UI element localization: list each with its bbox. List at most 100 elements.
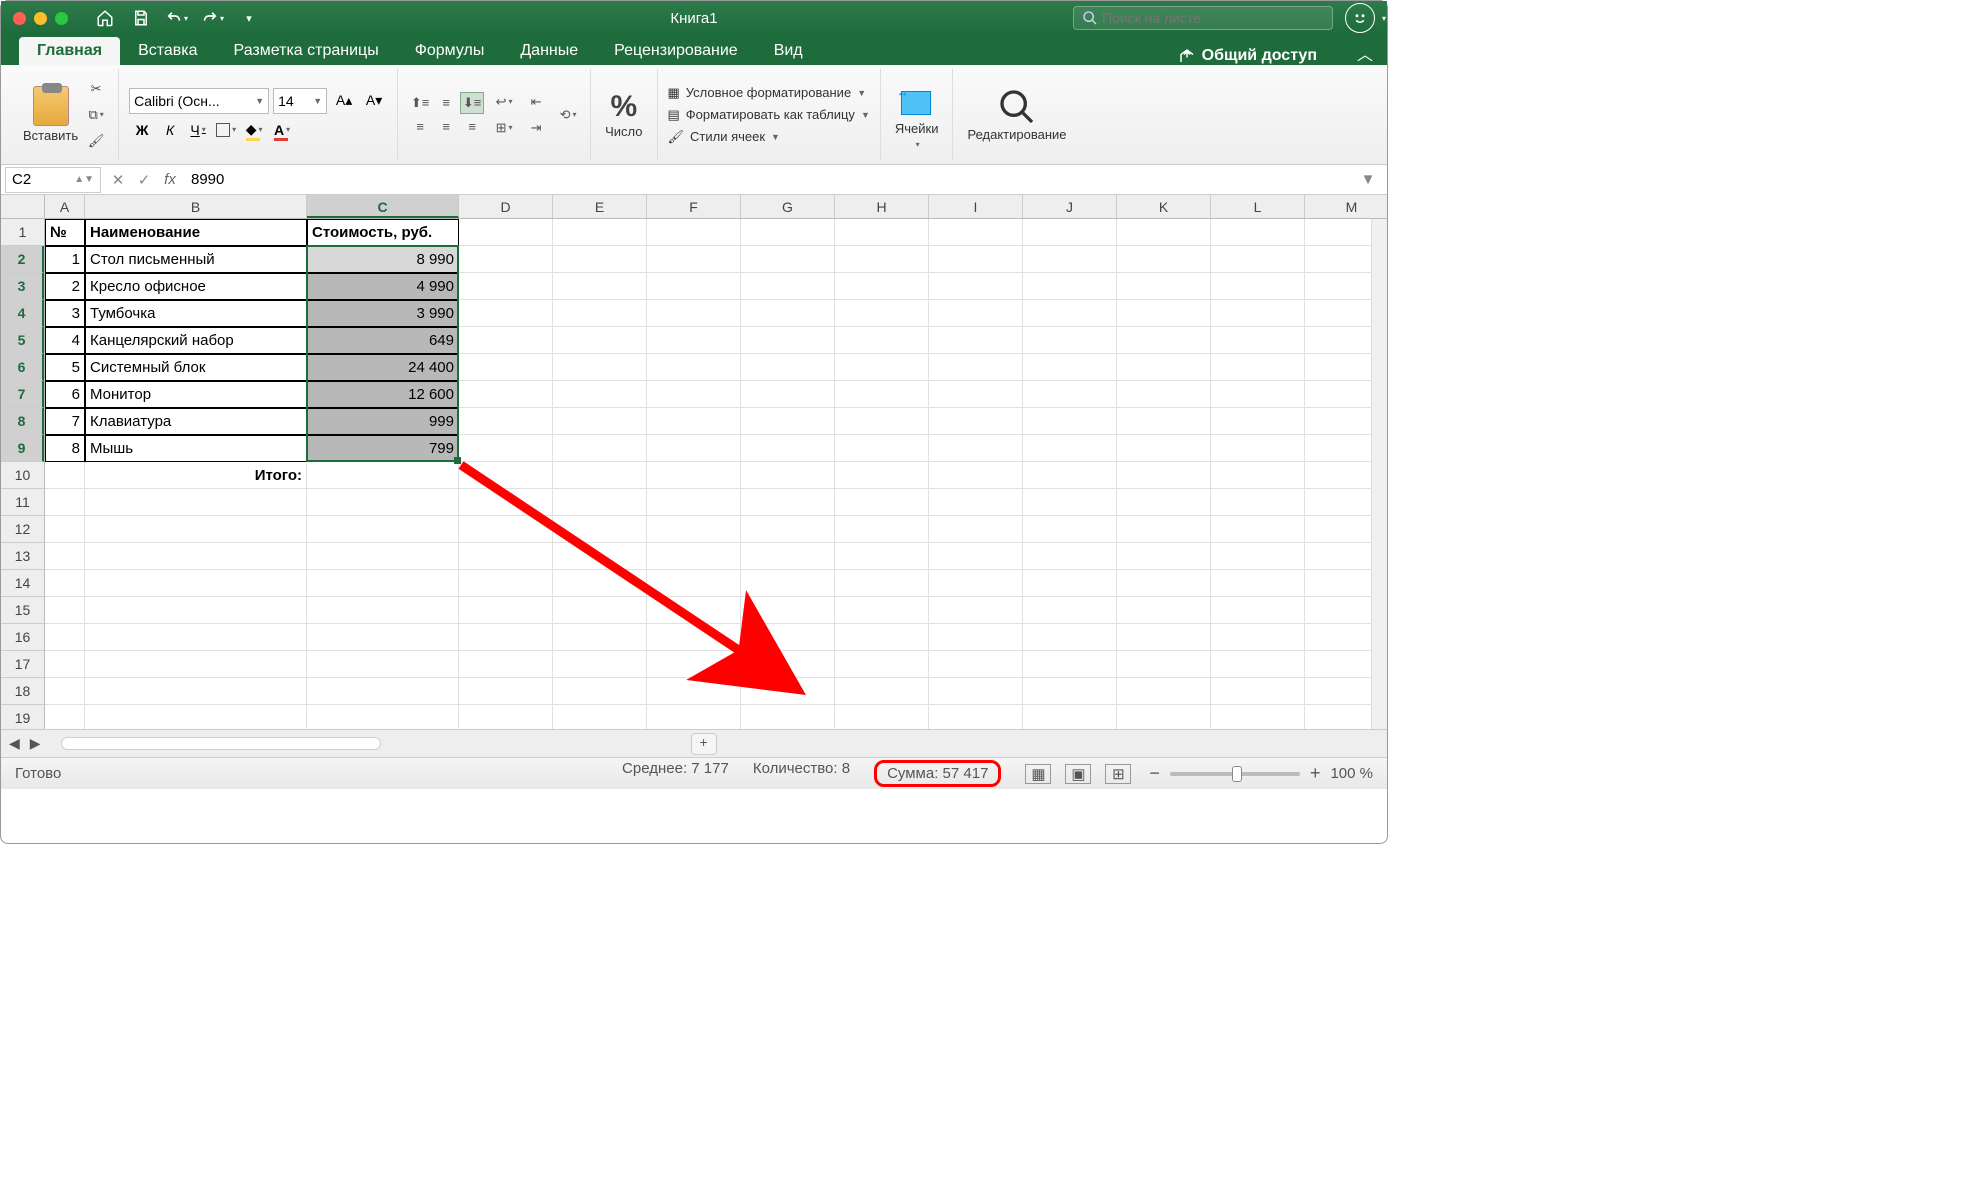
cell[interactable] — [835, 543, 929, 570]
fill-color-button[interactable]: ◆▾ — [241, 118, 267, 142]
data-cell[interactable]: 649 — [307, 327, 459, 354]
sheet-prev-icon[interactable]: ◀ — [9, 735, 20, 752]
cut-icon[interactable]: ✂ — [84, 79, 108, 99]
cell[interactable] — [835, 408, 929, 435]
cell[interactable] — [45, 489, 85, 516]
cell[interactable] — [1211, 624, 1305, 651]
cell[interactable] — [835, 462, 929, 489]
share-button[interactable]: Общий доступ — [1178, 47, 1317, 65]
search-box[interactable] — [1073, 6, 1333, 30]
customize-qat-icon[interactable]: ▾ — [238, 7, 260, 29]
row-header-10[interactable]: 10 — [1, 462, 44, 489]
cell[interactable] — [835, 246, 929, 273]
data-cell[interactable]: Стоимость, руб. — [307, 219, 459, 246]
cell[interactable] — [929, 273, 1023, 300]
cell[interactable] — [553, 435, 647, 462]
home-icon[interactable] — [94, 7, 116, 29]
cell[interactable] — [1117, 273, 1211, 300]
cell[interactable] — [553, 246, 647, 273]
cell[interactable] — [553, 273, 647, 300]
data-cell[interactable]: 7 — [45, 408, 85, 435]
cell[interactable] — [647, 516, 741, 543]
cell[interactable] — [459, 516, 553, 543]
cell[interactable] — [459, 570, 553, 597]
cell[interactable] — [45, 516, 85, 543]
tab-data[interactable]: Данные — [502, 37, 596, 65]
cell[interactable] — [647, 408, 741, 435]
cell[interactable] — [741, 597, 835, 624]
data-cell[interactable]: Тумбочка — [85, 300, 307, 327]
cell[interactable] — [1211, 300, 1305, 327]
cell[interactable] — [553, 597, 647, 624]
cell[interactable] — [1117, 543, 1211, 570]
cell[interactable] — [85, 570, 307, 597]
cell[interactable] — [929, 219, 1023, 246]
cell[interactable] — [1117, 408, 1211, 435]
row-header-14[interactable]: 14 — [1, 570, 44, 597]
horizontal-scrollbar[interactable] — [61, 737, 381, 750]
cell[interactable] — [459, 435, 553, 462]
undo-icon[interactable]: ▾ — [166, 7, 188, 29]
redo-icon[interactable]: ▾ — [202, 7, 224, 29]
maximize-window-button[interactable] — [55, 12, 68, 25]
cell[interactable] — [85, 624, 307, 651]
row-header-8[interactable]: 8 — [1, 408, 44, 435]
cell[interactable] — [1211, 435, 1305, 462]
page-break-view-icon[interactable]: ⊞ — [1105, 764, 1131, 784]
cell[interactable] — [45, 705, 85, 729]
row-header-15[interactable]: 15 — [1, 597, 44, 624]
cell[interactable] — [1023, 435, 1117, 462]
expand-formula-bar-icon[interactable]: ▼ — [1355, 171, 1381, 188]
cell[interactable] — [553, 570, 647, 597]
cell[interactable] — [85, 678, 307, 705]
cell[interactable] — [1023, 246, 1117, 273]
total-label-cell[interactable]: Итого: — [85, 462, 307, 489]
decrease-font-icon[interactable]: A▾ — [361, 89, 387, 113]
cell[interactable] — [647, 354, 741, 381]
cell[interactable] — [835, 678, 929, 705]
increase-indent-icon[interactable]: ⇥ — [524, 117, 548, 139]
increase-font-icon[interactable]: A▴ — [331, 89, 357, 113]
cell[interactable] — [459, 327, 553, 354]
cell[interactable] — [835, 516, 929, 543]
column-header-L[interactable]: L — [1211, 195, 1305, 218]
row-header-18[interactable]: 18 — [1, 678, 44, 705]
cell[interactable] — [929, 489, 1023, 516]
row-header-6[interactable]: 6 — [1, 354, 44, 381]
cell[interactable] — [1117, 219, 1211, 246]
cell[interactable] — [1023, 516, 1117, 543]
cell[interactable] — [741, 651, 835, 678]
row-header-4[interactable]: 4 — [1, 300, 44, 327]
cell[interactable] — [85, 516, 307, 543]
cell[interactable] — [553, 462, 647, 489]
cell[interactable] — [835, 705, 929, 729]
cell[interactable] — [85, 651, 307, 678]
column-header-G[interactable]: G — [741, 195, 835, 218]
cells-button[interactable]: ↔ Ячейки — [891, 81, 943, 140]
cell[interactable] — [741, 570, 835, 597]
cell[interactable] — [647, 381, 741, 408]
border-button[interactable]: ▾ — [213, 118, 239, 142]
row-header-3[interactable]: 3 — [1, 273, 44, 300]
save-icon[interactable] — [130, 7, 152, 29]
row-header-19[interactable]: 19 — [1, 705, 44, 729]
cell[interactable] — [1023, 597, 1117, 624]
cell[interactable] — [1211, 219, 1305, 246]
row-header-9[interactable]: 9 — [1, 435, 44, 462]
cell[interactable] — [835, 381, 929, 408]
row-header-11[interactable]: 11 — [1, 489, 44, 516]
cell[interactable] — [835, 273, 929, 300]
cell[interactable] — [1211, 354, 1305, 381]
cell-styles-button[interactable]: 🖌Стили ячеек▼ — [668, 129, 870, 145]
cell[interactable] — [553, 354, 647, 381]
normal-view-icon[interactable]: ▦ — [1025, 764, 1051, 784]
italic-button[interactable]: К — [157, 118, 183, 142]
data-cell[interactable]: 6 — [45, 381, 85, 408]
cell[interactable] — [1023, 300, 1117, 327]
cell[interactable] — [1117, 435, 1211, 462]
cell[interactable] — [459, 300, 553, 327]
cell[interactable] — [553, 651, 647, 678]
row-header-7[interactable]: 7 — [1, 381, 44, 408]
cell[interactable] — [307, 651, 459, 678]
cell[interactable] — [741, 381, 835, 408]
